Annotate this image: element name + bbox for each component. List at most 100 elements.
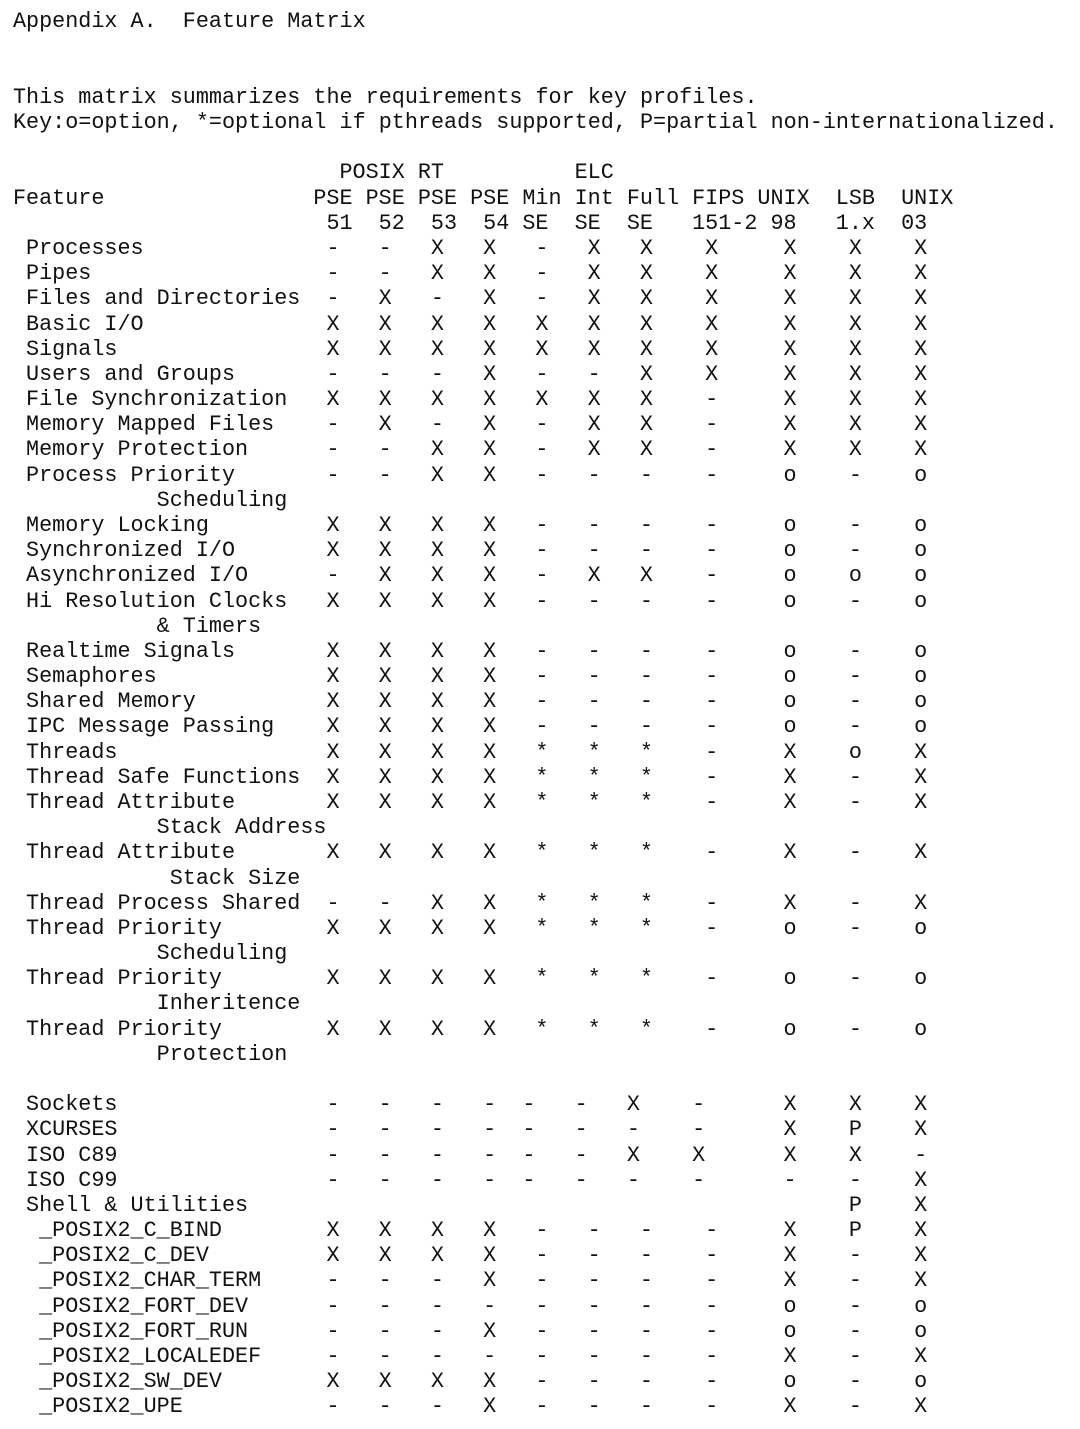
matrix-cell: X xyxy=(483,311,497,337)
matrix-cell: X xyxy=(378,538,392,564)
matrix-cell: X xyxy=(848,236,862,262)
column-header-top: PSE xyxy=(470,185,510,211)
matrix-cell: X xyxy=(783,1117,797,1143)
matrix-cell: * xyxy=(535,966,549,992)
matrix-cell: - xyxy=(326,563,340,589)
matrix-cell: X xyxy=(483,538,497,564)
matrix-cell: X xyxy=(639,311,653,337)
matrix-cell: X xyxy=(483,1243,497,1269)
matrix-cell: X xyxy=(914,764,928,790)
matrix-cell: X xyxy=(430,261,444,287)
matrix-cell: X xyxy=(483,1394,497,1420)
matrix-cell: X xyxy=(378,1016,392,1042)
matrix-cell: X xyxy=(914,1394,928,1420)
matrix-cell: X xyxy=(914,412,928,438)
matrix-cell: X xyxy=(914,1167,928,1193)
matrix-cell: X xyxy=(483,361,497,387)
table-row: Thread Process Shared - - X X * * * - X - X xyxy=(13,891,1080,916)
matrix-cell: X xyxy=(639,563,653,589)
matrix-cell: - xyxy=(535,1343,549,1369)
matrix-cell: X xyxy=(326,966,340,992)
matrix-cell: o xyxy=(783,1369,797,1395)
matrix-cell: X xyxy=(783,1142,797,1168)
matrix-cell: X xyxy=(378,664,392,690)
matrix-cell: X xyxy=(430,387,444,413)
feature-name-continuation: Protection xyxy=(156,1041,288,1067)
feature-name: Thread Priority xyxy=(26,1016,222,1042)
matrix-cell: X xyxy=(378,1369,392,1395)
matrix-cell: X xyxy=(326,588,340,614)
column-header-bottom: 53 xyxy=(430,210,458,236)
table-row: Threads X X X X * * * - Xo X xyxy=(13,740,1080,765)
matrix-cell: X xyxy=(378,412,392,438)
matrix-cell: - xyxy=(639,1369,653,1395)
feature-name-continuation: & Timers xyxy=(156,613,262,639)
matrix-cell: X xyxy=(783,286,797,312)
table-row: _POSIX2_FORT_DEV - - - - - - - - o - o xyxy=(13,1294,1080,1319)
matrix-cell: - xyxy=(587,538,601,564)
matrix-cell: P xyxy=(848,1192,862,1218)
matrix-cell: X xyxy=(587,261,601,287)
table-row: _POSIX2_UPE - - - X - - - - X - X xyxy=(13,1394,1080,1419)
matrix-cell: o xyxy=(914,1369,928,1395)
header-bottom-line: 51 52 53 54 SE SE SE 151-2 98 1.x 03 xyxy=(13,211,1080,236)
matrix-cell: X xyxy=(378,513,392,538)
column-header-bottom: 1.x xyxy=(835,210,875,236)
matrix-cell: - xyxy=(705,1218,719,1244)
matrix-cell: - xyxy=(535,286,549,312)
column-header-top: PSE xyxy=(313,185,353,211)
matrix-cell: X xyxy=(914,890,928,916)
feature-name: Shell & Utilities xyxy=(26,1192,249,1218)
matrix-cell: X xyxy=(783,789,797,815)
matrix-cell: X xyxy=(914,1192,928,1218)
matrix-cell: X xyxy=(430,563,444,589)
table-row: File Synchronization X X X X X X X - X X X xyxy=(13,387,1080,412)
matrix-cell: - xyxy=(326,437,340,463)
matrix-cell: - xyxy=(848,1293,862,1319)
matrix-cell: X xyxy=(639,412,653,438)
matrix-cell: X xyxy=(430,739,444,765)
matrix-cell: - xyxy=(783,1167,797,1193)
matrix-cell: X xyxy=(914,286,928,312)
matrix-cell: X xyxy=(326,1369,340,1395)
matrix-cell: X xyxy=(783,840,797,866)
matrix-cell: - xyxy=(535,1394,549,1420)
matrix-cell: - xyxy=(378,437,392,463)
table-row: ISO C89- - - - - - X X X X - xyxy=(13,1143,1080,1168)
matrix-cell: X xyxy=(326,387,340,413)
table-row: Thread Attribute X X X X * * * - X - X xyxy=(13,790,1080,815)
matrix-cell: * xyxy=(535,1016,549,1042)
matrix-cell: X xyxy=(430,689,444,715)
matrix-cell: o xyxy=(914,966,928,992)
matrix-cell: o xyxy=(914,915,928,941)
table-row: Semaphores X X X X - - - - o - o xyxy=(13,664,1080,689)
matrix-cell: * xyxy=(535,764,549,790)
column-header-bottom: SE xyxy=(626,210,653,236)
matrix-cell: - xyxy=(705,1343,719,1369)
table-row: IPC Message Passing X X X X - - - - o - o xyxy=(13,714,1080,739)
matrix-cell: - xyxy=(430,1394,444,1420)
matrix-cell: - xyxy=(326,1293,340,1319)
matrix-cell: - xyxy=(430,1117,444,1143)
matrix-cell: X xyxy=(914,261,928,287)
matrix-cell: - xyxy=(378,236,392,262)
matrix-cell: - xyxy=(326,1318,340,1344)
feature-name: Realtime Signals xyxy=(26,638,236,664)
matrix-cell: X xyxy=(378,387,392,413)
matrix-cell: X xyxy=(783,739,797,765)
column-header-top: Min xyxy=(522,185,562,211)
matrix-cell: o xyxy=(914,1318,928,1344)
table-row: Sockets - - - - - - X - X X X xyxy=(13,1092,1080,1117)
matrix-cell: - xyxy=(848,1268,862,1294)
matrix-cell: X xyxy=(783,1268,797,1294)
matrix-cell: X xyxy=(848,437,862,463)
matrix-cell: - xyxy=(326,1268,340,1294)
matrix-cell: X xyxy=(626,1092,640,1118)
matrix-cell: - xyxy=(483,1293,497,1319)
matrix-cell: * xyxy=(639,764,653,790)
matrix-cell: - xyxy=(587,1268,601,1294)
matrix-cell: - xyxy=(378,1394,392,1420)
matrix-cell: X xyxy=(430,538,444,564)
matrix-cell: - xyxy=(522,1167,536,1193)
matrix-cell: X xyxy=(587,437,601,463)
